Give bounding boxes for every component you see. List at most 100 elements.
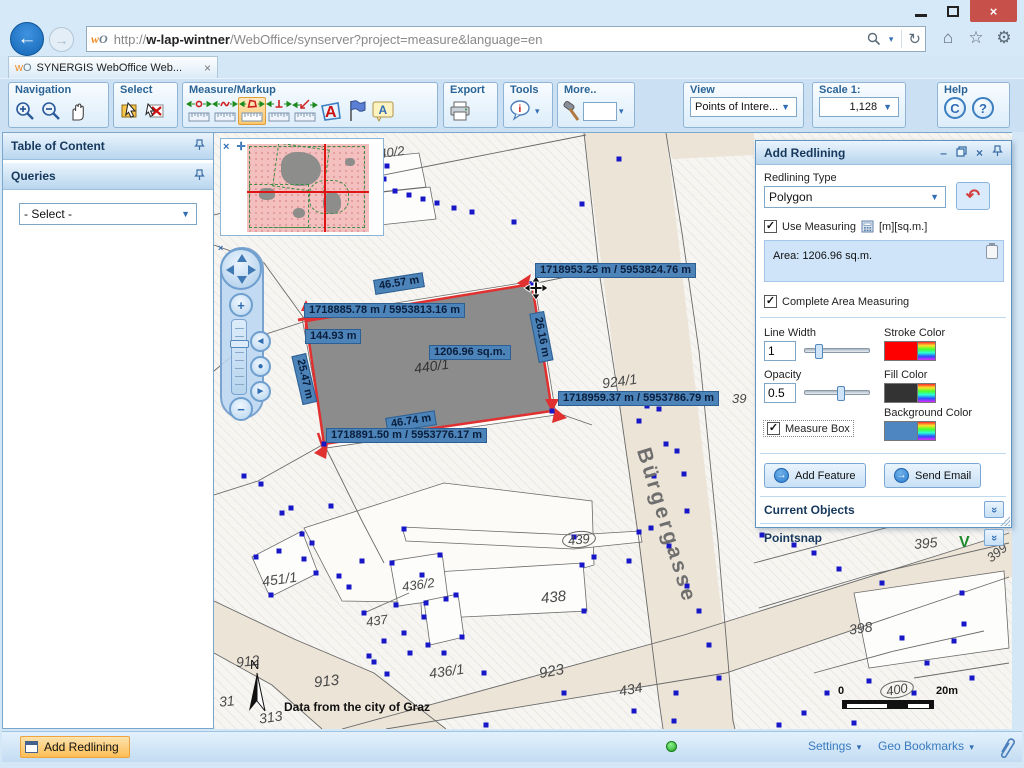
fill-color-swatch[interactable] xyxy=(884,383,918,403)
tools-dropdown-icon[interactable]: ▾ xyxy=(533,106,542,117)
query-select[interactable]: - Select - ▼ xyxy=(19,203,197,225)
add-feature-button[interactable]: → Add Feature xyxy=(764,463,866,488)
fill-color-picker[interactable] xyxy=(918,383,936,403)
pan-right-icon[interactable] xyxy=(248,265,256,275)
zoom-slider[interactable] xyxy=(231,319,247,395)
panel-resize-grip[interactable] xyxy=(1000,516,1010,526)
queries-header[interactable]: Queries xyxy=(3,163,213,190)
window-maximize-button[interactable] xyxy=(938,0,968,22)
pin-icon[interactable] xyxy=(194,169,205,184)
settings-gear-icon[interactable]: ⚙ xyxy=(992,28,1016,48)
pan-compass[interactable] xyxy=(220,248,262,290)
pin-icon[interactable] xyxy=(194,139,205,154)
line-width-slider[interactable] xyxy=(804,348,870,353)
text-markup-tool[interactable]: A xyxy=(318,97,344,125)
pan-hand-button[interactable] xyxy=(64,97,90,125)
window-minimize-button[interactable] xyxy=(906,0,936,22)
stroke-color-swatch[interactable] xyxy=(884,341,918,361)
measure-area-tool[interactable] xyxy=(238,97,266,125)
divider xyxy=(901,30,902,48)
settings-link[interactable]: Settings ▾ xyxy=(808,739,863,753)
more-combobox[interactable] xyxy=(583,102,617,121)
zoom-out-widget-button[interactable]: − xyxy=(229,397,253,421)
measure-perpendicular-tool[interactable] xyxy=(266,97,292,125)
table-of-content-header[interactable]: Table of Content xyxy=(3,133,213,160)
measure-point-tool[interactable] xyxy=(186,97,212,125)
scale-select[interactable]: 1,128 ▼ xyxy=(819,97,899,117)
more-dropdown-icon[interactable]: ▾ xyxy=(617,106,626,117)
url-host: w-lap-wintner xyxy=(146,32,230,47)
panel-minimize-icon[interactable]: – xyxy=(940,146,947,160)
zoom-in-button[interactable] xyxy=(12,97,38,125)
overview-map[interactable]: × ✛ xyxy=(220,138,384,236)
help-button[interactable]: ? xyxy=(972,97,994,119)
geo-bookmarks-link[interactable]: Geo Bookmarks ▾ xyxy=(878,739,976,753)
parcel-label: 395 xyxy=(913,534,938,552)
next-extent-button[interactable]: ► xyxy=(250,381,271,402)
add-redlining-panel: Add Redlining – × Redlining Type Polygon… xyxy=(755,140,1012,528)
pan-up-icon[interactable] xyxy=(237,254,247,262)
redlining-type-caret-icon: ▼ xyxy=(928,192,941,202)
widget-collapse-icon[interactable]: × xyxy=(218,243,223,253)
opacity-slider[interactable] xyxy=(804,390,870,395)
zoom-slider-thumb[interactable] xyxy=(230,340,249,348)
stroke-color-picker[interactable] xyxy=(918,341,936,361)
construct-tool-button[interactable] xyxy=(561,97,583,125)
line-width-input[interactable] xyxy=(764,341,796,361)
tab-weboffice[interactable]: wO SYNERGIS WebOffice Web... × xyxy=(8,56,218,78)
tab-close-icon[interactable]: × xyxy=(204,61,211,75)
clipboard-icon[interactable] xyxy=(986,245,998,259)
default-extent-button[interactable]: ● xyxy=(250,356,271,377)
search-dropdown-icon[interactable]: ▾ xyxy=(887,34,896,45)
toolbar-group-export: Export xyxy=(443,82,498,128)
browser-forward-button[interactable]: → xyxy=(49,27,74,52)
opacity-input[interactable] xyxy=(764,383,796,403)
opacity-slider-thumb[interactable] xyxy=(837,386,845,401)
window-close-button[interactable]: × xyxy=(970,0,1017,22)
previous-extent-button[interactable]: ◄ xyxy=(250,331,271,352)
view-select[interactable]: Points of Intere... ▼ xyxy=(690,97,797,117)
search-icon[interactable] xyxy=(867,32,881,46)
left-sidebar: Table of Content Queries - Select - ▼ xyxy=(2,132,214,729)
pan-down-icon[interactable] xyxy=(237,276,247,284)
pointsnap-expand-button[interactable]: » xyxy=(984,529,1004,546)
measure-line-tool[interactable] xyxy=(212,97,238,125)
task-add-redlining-button[interactable]: Add Redlining xyxy=(20,736,130,758)
undo-button[interactable]: ↶ xyxy=(956,182,990,210)
overview-close-move-icons[interactable]: × ✛ xyxy=(223,140,248,153)
background-color-picker[interactable] xyxy=(918,421,936,441)
zoom-in-widget-button[interactable]: + xyxy=(229,293,253,317)
background-color-swatch[interactable] xyxy=(884,421,918,441)
pan-left-icon[interactable] xyxy=(226,265,234,275)
copyright-button[interactable]: C xyxy=(944,97,966,119)
print-button[interactable] xyxy=(447,97,473,125)
complete-area-checkbox[interactable]: ✓ xyxy=(764,295,777,308)
refresh-icon[interactable]: ↻ xyxy=(908,30,921,48)
browser-back-button[interactable]: ← xyxy=(10,22,44,56)
panel-restore-icon[interactable] xyxy=(956,146,967,160)
calculator-icon[interactable] xyxy=(861,220,874,233)
line-width-slider-thumb[interactable] xyxy=(815,344,823,359)
home-icon[interactable]: ⌂ xyxy=(936,28,960,48)
measure-dimension-tool[interactable] xyxy=(292,97,318,125)
panel-close-icon[interactable]: × xyxy=(976,146,983,160)
measure-box-checkbox[interactable]: ✓ xyxy=(767,422,780,435)
redlining-panel-header[interactable]: Add Redlining – × xyxy=(756,141,1011,165)
maptip-tool-button[interactable]: i xyxy=(507,97,533,125)
area-label: 1206.96 sq.m. xyxy=(429,345,511,360)
flag-markup-tool[interactable] xyxy=(344,97,370,125)
favorites-star-icon[interactable]: ☆ xyxy=(964,28,988,48)
select-features-button[interactable] xyxy=(117,97,143,125)
map-navigation-widget[interactable]: × + − ◄ ● ► xyxy=(218,245,274,423)
attachment-paperclip-icon[interactable] xyxy=(996,736,1016,758)
window-frame xyxy=(0,762,1024,768)
zoom-out-button[interactable] xyxy=(38,97,64,125)
send-email-button[interactable]: → Send Email xyxy=(884,463,981,488)
panel-pin-icon[interactable] xyxy=(992,145,1003,160)
redlining-type-select[interactable]: Polygon ▼ xyxy=(764,186,946,208)
address-bar[interactable]: wO http://w-lap-wintner/WebOffice/synser… xyxy=(86,26,926,52)
label-markup-tool[interactable]: A xyxy=(370,97,396,125)
clear-selection-button[interactable] xyxy=(143,97,169,125)
use-measuring-checkbox[interactable]: ✓ xyxy=(764,220,777,233)
parcel-label: 398 xyxy=(848,618,873,637)
